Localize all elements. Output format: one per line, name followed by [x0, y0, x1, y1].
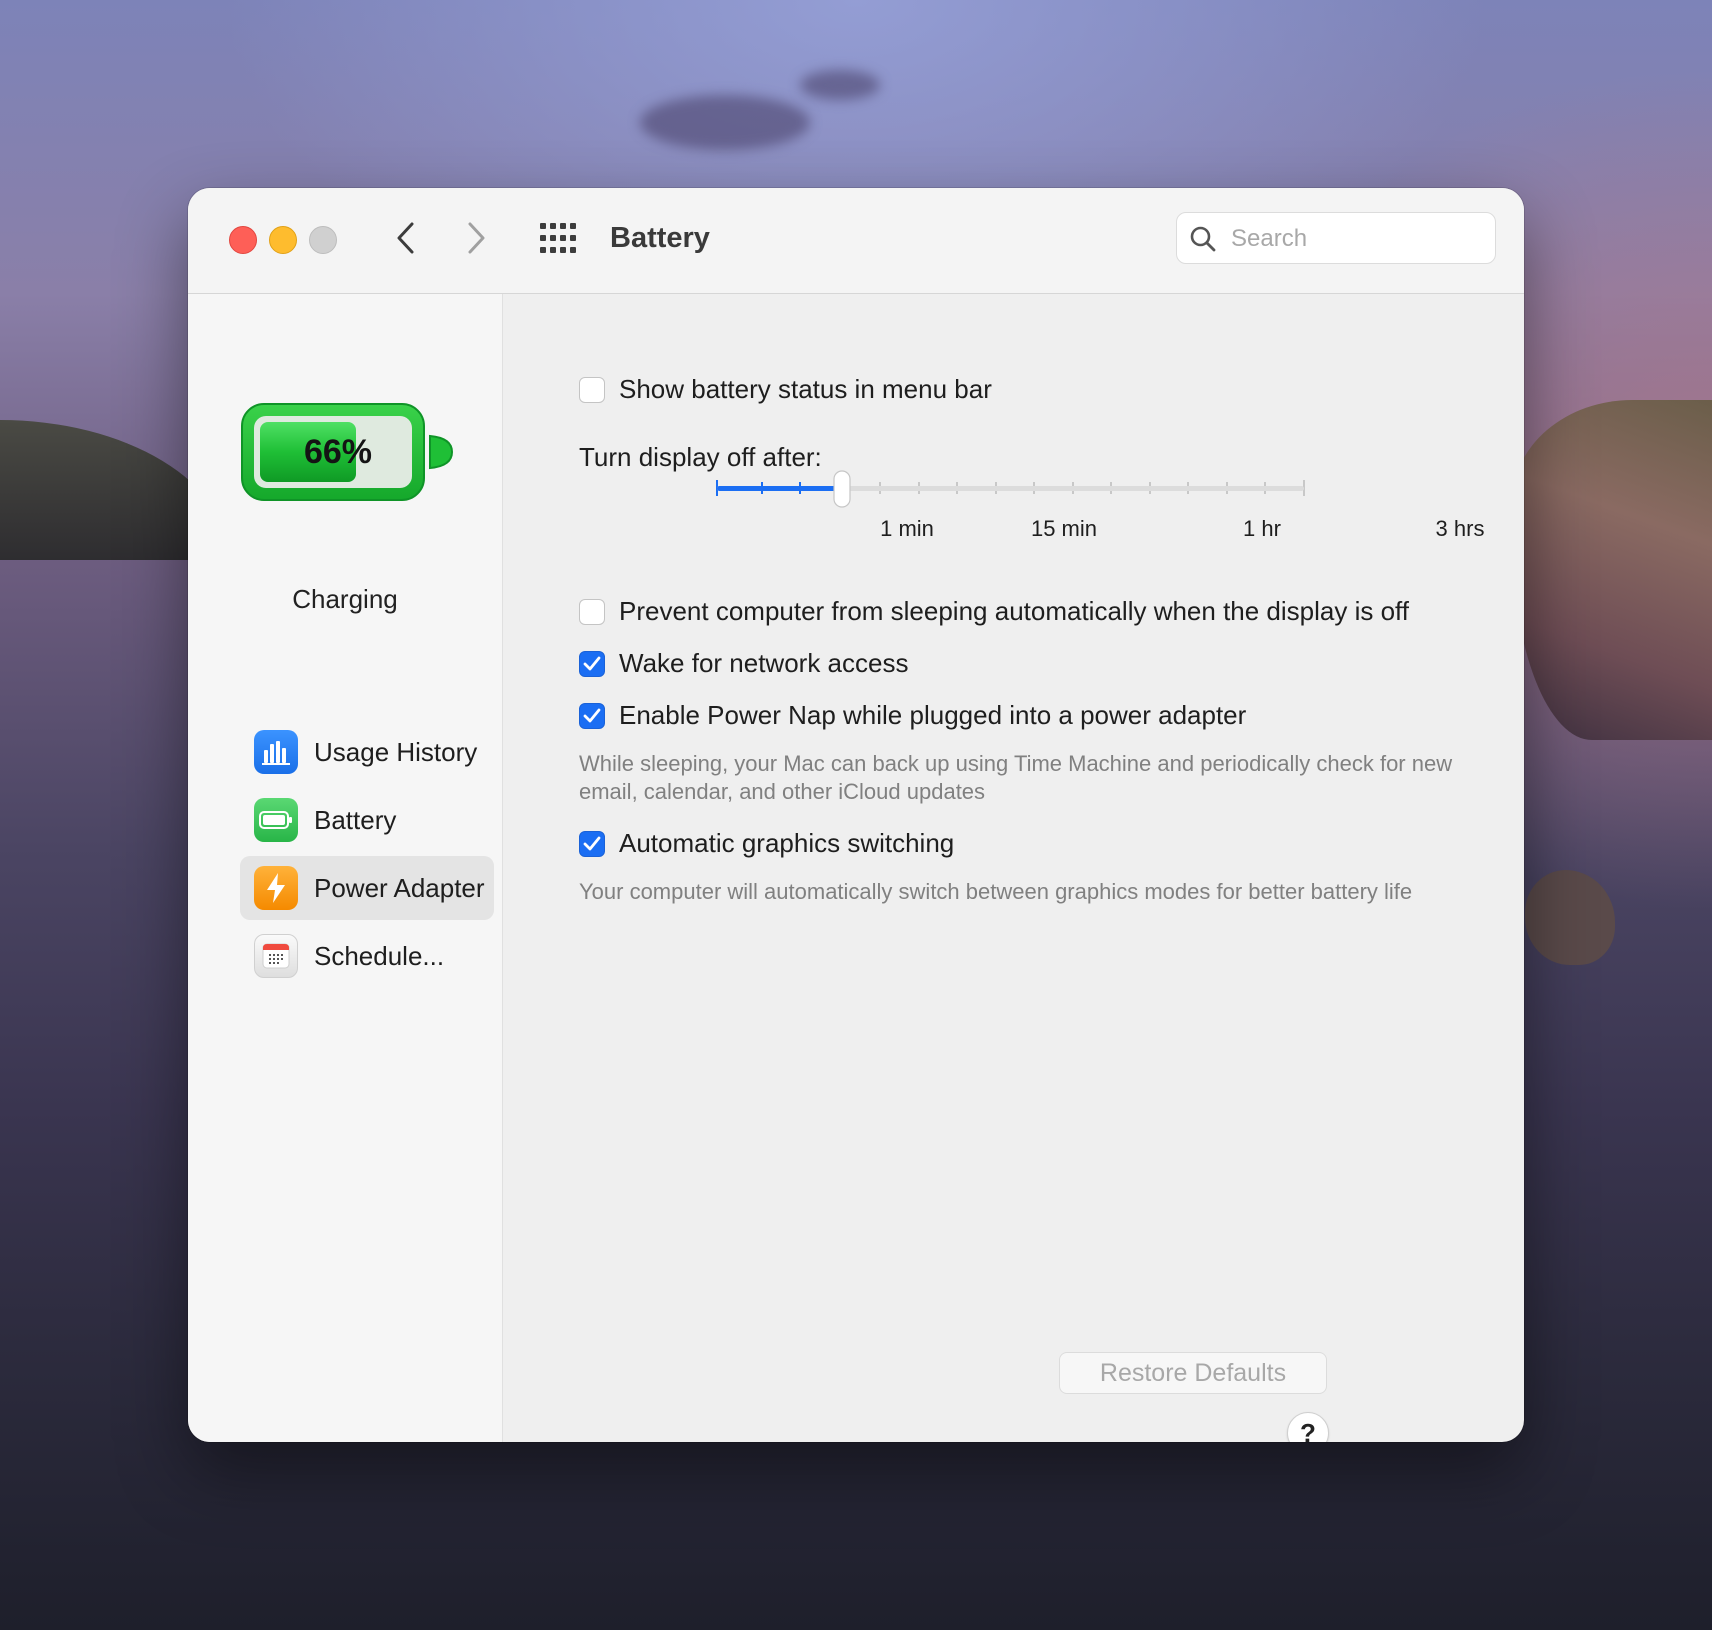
- titlebar: Battery: [188, 188, 1524, 294]
- graphics-switching-description: Your computer will automatically switch …: [579, 879, 1413, 904]
- zoom-window-button[interactable]: [309, 226, 337, 254]
- graphics-switching-label: Automatic graphics switching: [619, 828, 955, 858]
- window-title: Battery: [610, 222, 710, 254]
- close-window-button[interactable]: [229, 226, 257, 254]
- tick-label-3-hrs: 3 hrs: [1435, 516, 1485, 541]
- bar-chart-icon: [254, 730, 298, 774]
- prevent-sleep-label: Prevent computer from sleeping automatic…: [619, 596, 1410, 626]
- wake-network-checkbox[interactable]: [579, 650, 605, 677]
- battery-percentage: 66%: [303, 432, 373, 471]
- chevron-right-icon: [468, 222, 485, 254]
- checkmark-icon: [583, 656, 601, 670]
- sidebar: 66% Charging Usage History Battery Power…: [188, 294, 503, 1442]
- chevron-left-icon: [397, 222, 414, 254]
- show-battery-status-row[interactable]: Show battery status in menu bar: [579, 374, 992, 405]
- lightning-icon: [254, 866, 298, 910]
- sidebar-item-label: Battery: [314, 804, 397, 835]
- graphics-switching-row[interactable]: Automatic graphics switching: [579, 828, 954, 859]
- graphics-switching-checkbox[interactable]: [579, 830, 605, 857]
- battery-icon: [254, 798, 298, 842]
- charging-status: Charging: [292, 584, 398, 614]
- restore-defaults-button[interactable]: Restore Defaults: [1059, 1352, 1327, 1394]
- tick-label-1-min: 1 min: [880, 516, 934, 541]
- prevent-sleep-checkbox[interactable]: [579, 598, 605, 625]
- tick-label-1-hr: 1 hr: [1243, 516, 1281, 541]
- wallpaper-rock: [1525, 870, 1615, 965]
- slider-fill: [717, 486, 841, 491]
- back-button[interactable]: [386, 218, 426, 258]
- calendar-icon: [254, 934, 298, 978]
- wake-network-row[interactable]: Wake for network access: [579, 648, 908, 679]
- wake-network-label: Wake for network access: [619, 648, 909, 678]
- show-battery-status-checkbox[interactable]: [579, 376, 605, 403]
- show-all-grid-icon[interactable]: [540, 223, 576, 253]
- wallpaper-cloud: [800, 70, 880, 100]
- power-nap-row[interactable]: Enable Power Nap while plugged into a po…: [579, 700, 1246, 731]
- power-nap-checkbox[interactable]: [579, 702, 605, 729]
- slider-knob[interactable]: [833, 470, 851, 508]
- sidebar-item-battery[interactable]: Battery: [240, 788, 494, 852]
- forward-button[interactable]: [456, 218, 496, 258]
- prevent-sleep-row[interactable]: Prevent computer from sleeping automatic…: [579, 596, 1455, 627]
- sidebar-item-power-adapter[interactable]: Power Adapter: [240, 856, 494, 920]
- sidebar-item-label: Power Adapter: [314, 872, 485, 903]
- search-icon: [1190, 226, 1216, 252]
- battery-preferences-window: Battery Search 66% Charging Usage Histor…: [188, 188, 1524, 1442]
- display-off-slider[interactable]: [703, 462, 1323, 522]
- sidebar-item-usage-history[interactable]: Usage History: [240, 720, 494, 784]
- wallpaper-cloud: [640, 95, 810, 150]
- show-battery-status-label: Show battery status in menu bar: [619, 374, 992, 404]
- wallpaper-cliff-right: [1512, 400, 1712, 740]
- sidebar-item-label: Schedule...: [314, 940, 445, 971]
- search-field[interactable]: [1176, 212, 1496, 264]
- settings-pane: Show battery status in menu bar Turn dis…: [503, 294, 1524, 1442]
- sidebar-item-schedule[interactable]: Schedule...: [240, 924, 494, 988]
- tick-label-15-min: 15 min: [1030, 516, 1098, 541]
- power-nap-label: Enable Power Nap while plugged into a po…: [619, 700, 1247, 730]
- sidebar-item-label: Usage History: [314, 736, 478, 767]
- power-nap-description: While sleeping, your Mac can back up usi…: [579, 751, 1453, 804]
- minimize-window-button[interactable]: [269, 226, 297, 254]
- search-input[interactable]: [1229, 223, 1483, 255]
- checkmark-icon: [583, 708, 601, 722]
- checkmark-icon: [583, 836, 601, 850]
